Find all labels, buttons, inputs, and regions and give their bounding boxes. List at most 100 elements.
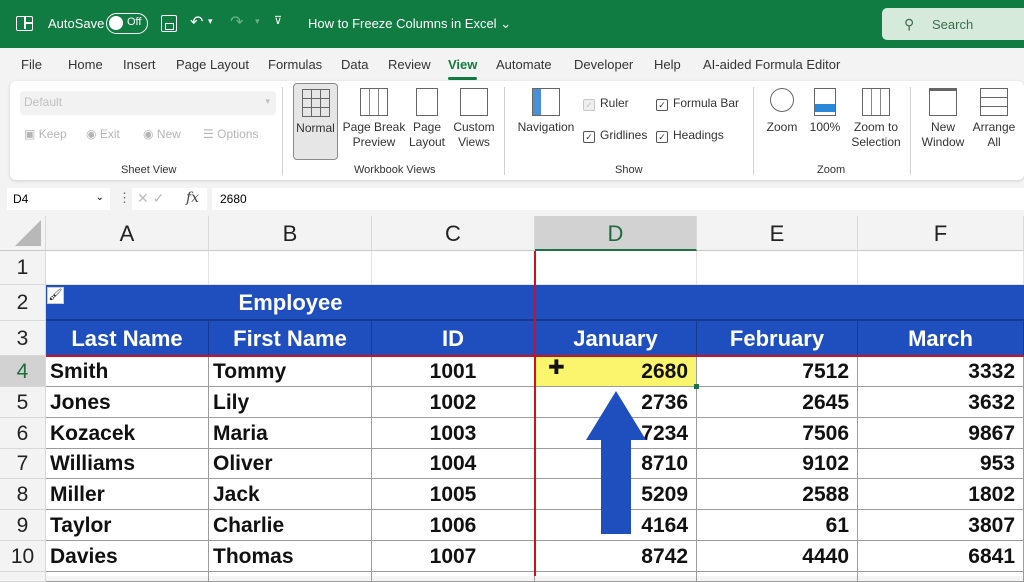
zoom-button[interactable]: Zoom — [762, 88, 802, 135]
tab-page-layout[interactable]: Page Layout — [176, 57, 249, 72]
tab-insert[interactable]: Insert — [123, 57, 156, 72]
column-header-b[interactable]: B — [209, 216, 372, 251]
headings-checkbox[interactable]: ✓ Headings — [656, 128, 724, 143]
ruler-checkbox[interactable]: ✓ Ruler — [583, 96, 629, 111]
row-header-6[interactable]: 6 — [0, 418, 46, 449]
cell-b6[interactable]: Maria — [209, 418, 372, 449]
undo-icon[interactable]: ↶ — [190, 12, 203, 32]
cell-e5[interactable]: 2645 — [697, 387, 858, 418]
cell-e6[interactable]: 7506 — [697, 418, 858, 449]
cell-a1[interactable] — [46, 251, 209, 285]
cell-c7[interactable]: 1004 — [372, 449, 535, 479]
cell-a4[interactable]: Smith — [46, 356, 209, 387]
keep-button[interactable]: ▣ Keep — [24, 127, 67, 141]
cell-a11[interactable] — [46, 572, 209, 582]
redo-icon[interactable]: ↷ — [230, 12, 243, 32]
new-button[interactable]: ◉ New — [143, 127, 181, 141]
row-header-5[interactable]: 5 — [0, 387, 46, 418]
row-header-4[interactable]: 4 — [0, 356, 46, 387]
employee-title[interactable]: Employee — [46, 285, 535, 321]
autosave-toggle[interactable]: Off — [106, 13, 148, 34]
cell-f8[interactable]: 1802 — [858, 479, 1024, 510]
zoom-100-button[interactable]: 100% — [806, 88, 844, 135]
search-box[interactable]: ⚲ Search — [882, 8, 1024, 40]
cell-f4[interactable]: 3332 — [858, 356, 1024, 387]
row-header-9[interactable]: 9 — [0, 510, 46, 541]
more-options-icon[interactable]: ⋮ — [118, 190, 131, 206]
select-all-button[interactable] — [0, 216, 46, 251]
row-header-7[interactable]: 7 — [0, 449, 46, 479]
cell-a7[interactable]: Williams — [46, 449, 209, 479]
arrange-all-button[interactable]: Arrange All — [970, 88, 1018, 150]
cell-c10[interactable]: 1007 — [372, 541, 535, 572]
cell-e9[interactable]: 61 — [697, 510, 858, 541]
page-layout-button[interactable]: Page Layout — [407, 88, 447, 150]
cell-f9[interactable]: 3807 — [858, 510, 1024, 541]
column-header-f[interactable]: F — [858, 216, 1024, 251]
tab-file[interactable]: File — [21, 57, 42, 72]
format-painter-icon[interactable]: 🖌 — [47, 287, 64, 304]
column-header-d[interactable]: D — [535, 216, 697, 251]
cell-e4[interactable]: 7512 — [697, 356, 858, 387]
row-header-1[interactable]: 1 — [0, 251, 46, 285]
row-header-10[interactable]: 10 — [0, 541, 46, 572]
header-cell-march[interactable]: March — [858, 321, 1024, 356]
cell-c4[interactable]: 1001 — [372, 356, 535, 387]
undo-dropdown-icon[interactable]: ▾ — [208, 16, 213, 27]
cell-c11[interactable] — [372, 572, 535, 582]
cell-f5[interactable]: 3632 — [858, 387, 1024, 418]
header-cell-first-name[interactable]: First Name — [209, 321, 372, 356]
row-header-8[interactable]: 8 — [0, 479, 46, 510]
confirm-icon[interactable]: ✓ — [153, 190, 165, 206]
gridlines-checkbox[interactable]: ✓ Gridlines — [583, 128, 647, 143]
column-header-a[interactable]: A — [46, 216, 209, 251]
row-header-3[interactable]: 3 — [0, 321, 46, 356]
custom-views-button[interactable]: Custom Views — [451, 88, 497, 150]
cell-b10[interactable]: Thomas — [209, 541, 372, 572]
zoom-to-selection-button[interactable]: Zoom to Selection — [848, 88, 904, 150]
tab-automate[interactable]: Automate — [496, 57, 552, 72]
fill-handle[interactable] — [694, 384, 699, 389]
tab-view[interactable]: View — [448, 57, 478, 80]
redo-dropdown-icon[interactable]: ▾ — [255, 16, 260, 27]
options-button[interactable]: ☰ Options — [203, 127, 258, 141]
cell-f11[interactable] — [858, 572, 1024, 582]
cell-f10[interactable]: 6841 — [858, 541, 1024, 572]
exit-button[interactable]: ◉ Exit — [86, 127, 120, 141]
new-window-button[interactable]: New Window — [918, 88, 968, 150]
normal-view-button[interactable]: Normal — [293, 83, 338, 160]
cell-b7[interactable]: Oliver — [209, 449, 372, 479]
cancel-icon[interactable]: ✕ — [137, 190, 149, 206]
formula-input[interactable]: 2680 — [212, 188, 1024, 210]
cell-b11[interactable] — [209, 572, 372, 582]
page-break-preview-button[interactable]: Page Break Preview — [342, 88, 406, 150]
tab-data[interactable]: Data — [341, 57, 368, 72]
cell-c1[interactable] — [372, 251, 535, 285]
formula-bar-checkbox[interactable]: ✓ Formula Bar — [656, 96, 739, 111]
tab-review[interactable]: Review — [388, 57, 431, 72]
header-cell-last-name[interactable]: Last Name — [46, 321, 209, 356]
tab-formulas[interactable]: Formulas — [268, 57, 322, 72]
cell-d10[interactable]: 8742 — [535, 541, 697, 572]
cell-a10[interactable]: Davies — [46, 541, 209, 572]
row-header-11[interactable] — [0, 572, 46, 582]
header-cell-id[interactable]: ID — [372, 321, 535, 356]
header-cell-january[interactable]: January — [535, 321, 697, 356]
cell-c5[interactable]: 1002 — [372, 387, 535, 418]
sheet-view-dropdown[interactable]: Default ▾ — [20, 91, 276, 115]
column-header-c[interactable]: C — [372, 216, 535, 251]
cell-e11[interactable] — [697, 572, 858, 582]
column-header-e[interactable]: E — [697, 216, 858, 251]
navigation-button[interactable]: Navigation — [514, 88, 578, 135]
cell-b5[interactable]: Lily — [209, 387, 372, 418]
tab-help[interactable]: Help — [654, 57, 681, 72]
cell-e10[interactable]: 4440 — [697, 541, 858, 572]
cell-b9[interactable]: Charlie — [209, 510, 372, 541]
document-title[interactable]: How to Freeze Columns in Excel ⌄ — [308, 16, 511, 32]
cell-f1[interactable] — [858, 251, 1024, 285]
tab-home[interactable]: Home — [68, 57, 103, 72]
tab-developer[interactable]: Developer — [574, 57, 633, 72]
cell-a6[interactable]: Kozacek — [46, 418, 209, 449]
cell-e8[interactable]: 2588 — [697, 479, 858, 510]
cell-d1[interactable] — [535, 251, 697, 285]
